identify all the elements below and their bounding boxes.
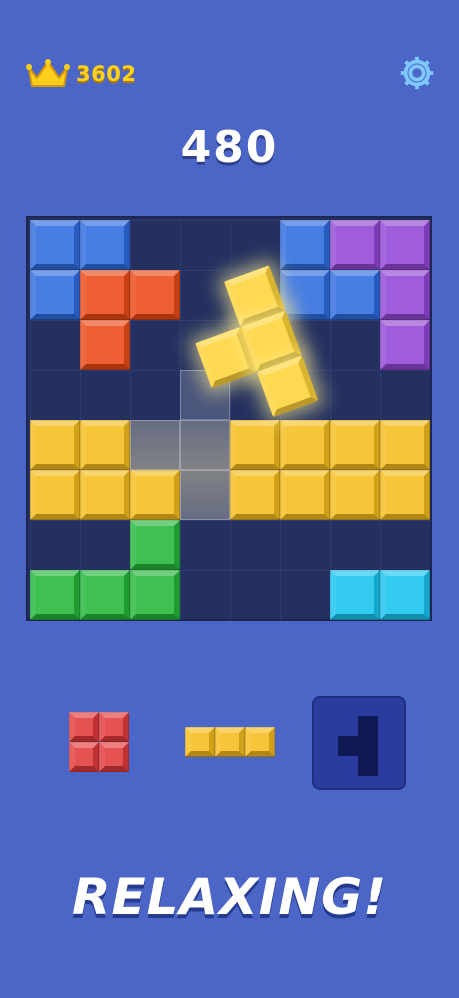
best-score-value: 3602: [76, 62, 137, 86]
board-block-orange: [130, 270, 180, 320]
board-block-blue: [80, 220, 130, 270]
board-block-cyan: [330, 570, 380, 620]
placement-preview-cell: [130, 420, 180, 470]
piece-block: [185, 727, 215, 757]
board-block-purple: [380, 220, 430, 270]
board-block-orange: [80, 320, 130, 370]
board-block-green: [30, 570, 80, 620]
piece-block: [99, 742, 129, 772]
board-block-green: [80, 570, 130, 620]
board-block-yellow: [280, 420, 330, 470]
board-block-yellow: [230, 470, 280, 520]
piece-square-red[interactable]: [69, 712, 129, 772]
board-block-blue: [30, 270, 80, 320]
board-block-yellow: [80, 470, 130, 520]
placement-preview-cell: [180, 470, 230, 520]
current-score: 480: [180, 122, 279, 173]
piece-block-shadow: [358, 756, 378, 776]
board-block-yellow: [280, 470, 330, 520]
piece-tray: [0, 690, 459, 790]
piece-bar-yellow[interactable]: [185, 727, 275, 757]
board-block-purple: [330, 220, 380, 270]
board-block-yellow: [80, 420, 130, 470]
piece-block: [245, 727, 275, 757]
tagline: RELAXING!: [71, 868, 388, 926]
board-block-purple: [380, 320, 430, 370]
board-block-green: [130, 570, 180, 620]
board-block-green: [130, 520, 180, 570]
piece-block: [69, 712, 99, 742]
board-block-yellow: [30, 470, 80, 520]
board-block-purple: [380, 270, 430, 320]
top-bar: 3602 480: [0, 0, 459, 173]
piece-block-shadow: [338, 736, 358, 756]
board-block-yellow: [130, 470, 180, 520]
gear-icon[interactable]: [398, 54, 436, 92]
piece-block-shadow: [358, 736, 378, 756]
best-score: 3602: [25, 58, 136, 90]
board-block-yellow: [330, 420, 380, 470]
board-block-yellow: [30, 420, 80, 470]
piece-slot-used[interactable]: [312, 696, 406, 790]
piece-block-shadow: [358, 716, 378, 736]
piece-block: [99, 712, 129, 742]
piece-block: [69, 742, 99, 772]
placement-preview-cell: [180, 420, 230, 470]
board-block-yellow: [380, 420, 430, 470]
crown-icon: [26, 59, 70, 87]
board-block-yellow: [380, 470, 430, 520]
board-block-yellow: [330, 470, 380, 520]
piece-block: [215, 727, 245, 757]
board-block-cyan: [380, 570, 430, 620]
board-block-blue: [30, 220, 80, 270]
board-block-orange: [80, 270, 130, 320]
